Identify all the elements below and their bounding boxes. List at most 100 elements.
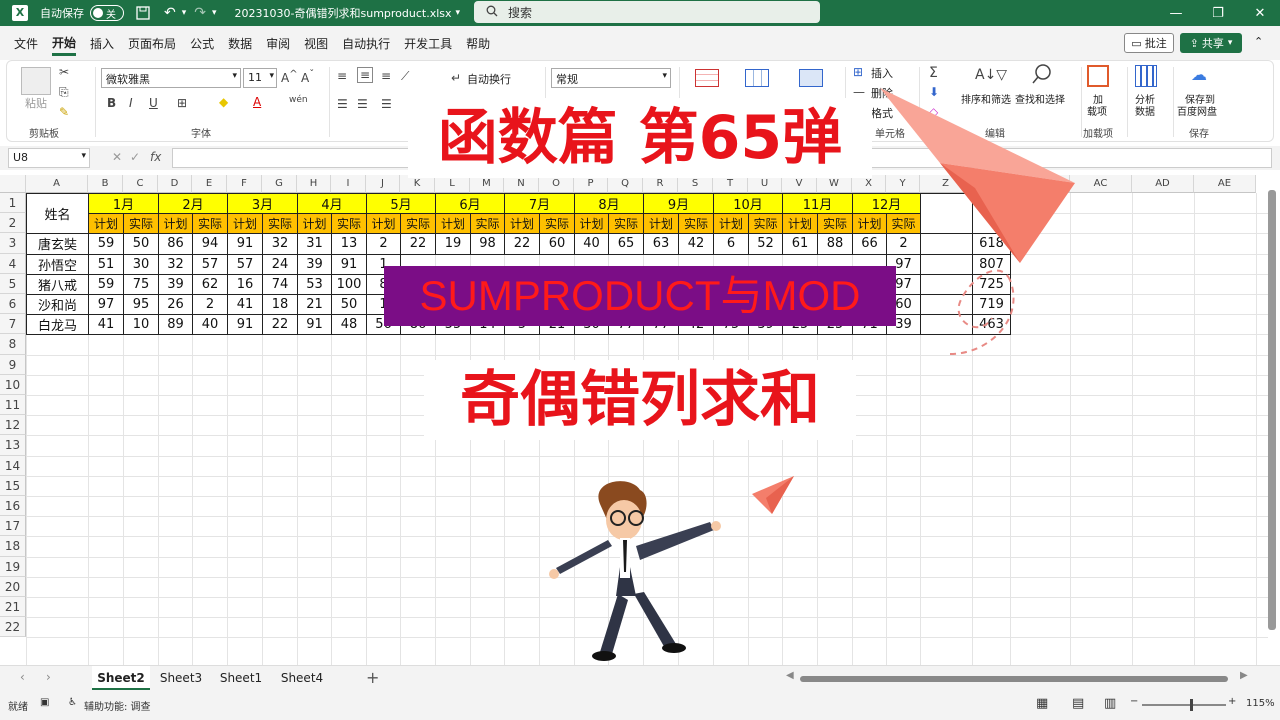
actual-header-cell[interactable]: 实际 (817, 213, 853, 235)
table-cell[interactable]: 94 (192, 233, 228, 255)
wrap-text-label[interactable]: 自动换行 (467, 71, 511, 87)
tab-review[interactable]: 审阅 (266, 35, 290, 52)
table-cell[interactable]: 97 (88, 294, 124, 316)
tab-developer[interactable]: 开发工具 (404, 35, 452, 52)
table-cell[interactable]: 74 (262, 273, 298, 295)
zoom-out-icon[interactable]: − (1130, 696, 1138, 707)
format-as-table-icon[interactable] (745, 69, 769, 87)
actual-header-cell[interactable]: 实际 (470, 213, 505, 235)
align-right-icon[interactable]: ☰ (381, 97, 392, 111)
table-cell[interactable]: 59 (88, 273, 124, 295)
row-header[interactable]: 5 (0, 273, 26, 294)
plan-header-cell[interactable]: 计划 (435, 213, 471, 235)
table-cell[interactable]: 42 (678, 233, 714, 255)
table-cell[interactable]: 91 (227, 314, 263, 336)
macro-record-icon[interactable]: ▣ (40, 697, 49, 708)
table-cell[interactable]: 52 (748, 233, 783, 255)
actual-header-cell[interactable]: 实际 (608, 213, 644, 235)
table-cell[interactable]: 86 (158, 233, 193, 255)
month-header-cell[interactable]: 1月 (88, 193, 159, 215)
align-bottom-icon[interactable]: ≡ (381, 69, 391, 83)
bold-button[interactable]: B (107, 96, 116, 110)
underline-button[interactable]: U (149, 96, 158, 110)
plan-header-cell[interactable]: 计划 (366, 213, 401, 235)
table-cell[interactable]: 62 (192, 273, 228, 295)
addins-label-2[interactable]: 载项 (1087, 103, 1107, 118)
actual-header-cell[interactable]: 实际 (192, 213, 228, 235)
align-left-icon[interactable]: ☰ (337, 97, 348, 111)
row-header[interactable]: 21 (0, 597, 26, 618)
table-cell[interactable]: 57 (227, 253, 263, 275)
sort-filter-icon[interactable]: A↓▽ (975, 67, 1007, 83)
table-cell[interactable]: 95 (123, 294, 159, 316)
month-header-cell[interactable]: 3月 (227, 193, 298, 215)
month-header-cell[interactable]: 6月 (435, 193, 505, 215)
align-top-icon[interactable]: ≡ (337, 69, 347, 83)
sheet-tab-sheet3[interactable]: Sheet3 (152, 666, 210, 690)
table-cell[interactable]: 30 (123, 253, 159, 275)
row-header[interactable]: 4 (0, 253, 26, 274)
table-cell[interactable]: 39 (297, 253, 332, 275)
table-cell[interactable]: 32 (262, 233, 298, 255)
plan-header-cell[interactable]: 计划 (713, 213, 749, 235)
tab-formulas[interactable]: 公式 (190, 35, 214, 52)
sheet-tab-sheet1[interactable]: Sheet1 (212, 666, 270, 690)
border-icon[interactable]: ⊞ (177, 96, 187, 110)
name-cell[interactable]: 孙悟空 (26, 253, 89, 275)
table-cell[interactable]: 91 (331, 253, 367, 275)
plan-header-cell[interactable]: 计划 (782, 213, 818, 235)
table-cell[interactable]: 50 (331, 294, 367, 316)
table-cell[interactable]: 65 (608, 233, 644, 255)
plan-header-cell[interactable]: 计划 (643, 213, 679, 235)
month-header-cell[interactable]: 5月 (366, 193, 436, 215)
row-header[interactable]: 12 (0, 415, 26, 436)
row-header[interactable]: 14 (0, 455, 26, 476)
month-header-cell[interactable]: 9月 (643, 193, 714, 215)
restore-button[interactable]: ❐ (1198, 0, 1238, 26)
font-name-select[interactable]: 微软雅黑 ▾ (101, 68, 241, 88)
actual-header-cell[interactable]: 实际 (748, 213, 783, 235)
tab-help[interactable]: 帮助 (466, 35, 490, 52)
number-format-select[interactable]: 常规 ▾ (551, 68, 671, 88)
table-cell[interactable]: 26 (158, 294, 193, 316)
table-cell[interactable]: 53 (297, 273, 332, 295)
column-header[interactable]: H (297, 175, 331, 193)
name-cell[interactable]: 猪八戒 (26, 273, 89, 295)
table-cell[interactable]: 41 (227, 294, 263, 316)
table-cell[interactable]: 63 (643, 233, 679, 255)
zoom-level[interactable]: 115% (1246, 698, 1275, 709)
row-header[interactable]: 16 (0, 496, 26, 517)
save-icon[interactable] (136, 6, 150, 20)
accessibility-icon[interactable]: ♿ (68, 697, 77, 708)
column-header[interactable]: F (227, 175, 262, 193)
actual-header-cell[interactable]: 实际 (539, 213, 575, 235)
table-cell[interactable]: 40 (574, 233, 609, 255)
table-cell[interactable]: 32 (158, 253, 193, 275)
font-size-select[interactable]: 11 ▾ (243, 68, 277, 88)
row-header[interactable]: 2 (0, 213, 26, 234)
actual-header-cell[interactable]: 实际 (400, 213, 436, 235)
tab-home[interactable]: 开始 (52, 34, 77, 56)
table-cell[interactable]: 13 (331, 233, 367, 255)
undo-dropdown-icon[interactable]: ▾ (182, 8, 187, 18)
paste-icon[interactable] (21, 67, 51, 95)
row-header[interactable]: 10 (0, 374, 26, 395)
table-cell[interactable]: 21 (297, 294, 332, 316)
scroll-left-icon[interactable]: ‹ (20, 670, 25, 684)
cut-icon[interactable]: ✂ (59, 65, 69, 79)
select-all-corner[interactable] (0, 175, 26, 193)
align-center-icon[interactable]: ☰ (357, 97, 368, 111)
table-cell[interactable]: 51 (88, 253, 124, 275)
page-break-view-icon[interactable]: ▥ (1104, 696, 1116, 711)
undo-icon[interactable]: ↶ (164, 5, 176, 21)
autosum-icon[interactable]: Σ (929, 65, 938, 81)
redo-icon[interactable]: ↷ (194, 5, 206, 21)
table-cell[interactable]: 31 (297, 233, 332, 255)
row-header[interactable]: 8 (0, 334, 26, 355)
table-cell[interactable]: 40 (192, 314, 228, 336)
column-header[interactable]: AE (1194, 175, 1256, 193)
format-painter-icon[interactable]: ✎ (59, 105, 69, 119)
column-header[interactable]: J (366, 175, 400, 193)
table-cell[interactable]: 22 (400, 233, 436, 255)
share-button[interactable]: ⇪ 共享 ▾ (1180, 33, 1242, 53)
